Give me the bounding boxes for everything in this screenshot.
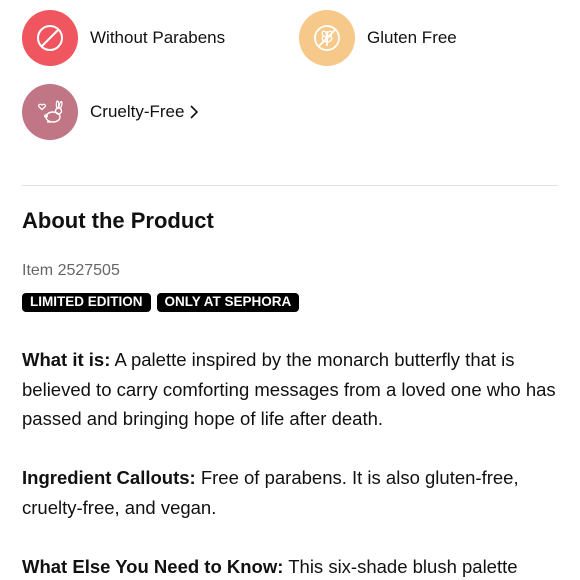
item-number: Item 2527505 [22,262,120,279]
detail-what-it-is: What it is: A palette inspired by the mo… [22,345,562,434]
detail-label: Ingredient Callouts: [22,467,196,488]
tag-only-at-sephora: ONLY AT SEPHORA [156,293,300,312]
section-divider [22,185,558,186]
detail-label: What it is: [22,349,111,370]
product-tags: LIMITED EDITION ONLY AT SEPHORA [22,293,300,312]
badge-label: Without Parabens [90,28,226,47]
chevron-right-icon [190,105,199,119]
detail-ingredient-callouts: Ingredient Callouts: Free of parabens. I… [22,463,562,522]
badge-label: Gluten Free [367,28,457,47]
cruelty-free-icon [22,84,78,140]
badge-cruelty-free[interactable]: Cruelty-Free [22,84,199,140]
badge-gluten-free: Gluten Free [299,10,457,66]
gluten-free-icon [299,10,355,66]
detail-what-else: What Else You Need to Know: This six-sha… [22,552,562,580]
badge-without-parabens: Without Parabens [22,10,225,66]
detail-label: What Else You Need to Know: [22,556,284,577]
tag-limited-edition: LIMITED EDITION [22,293,151,312]
section-title: About the Product [22,208,214,233]
product-details-page: Without Parabens Gluten Free Cruelty-Fre… [0,0,580,580]
no-parabens-icon [22,10,78,66]
cruelty-free-link[interactable]: Cruelty-Free [90,102,199,122]
detail-text: This six-shade blush palette [283,556,518,577]
badge-label: Cruelty-Free [90,102,185,121]
